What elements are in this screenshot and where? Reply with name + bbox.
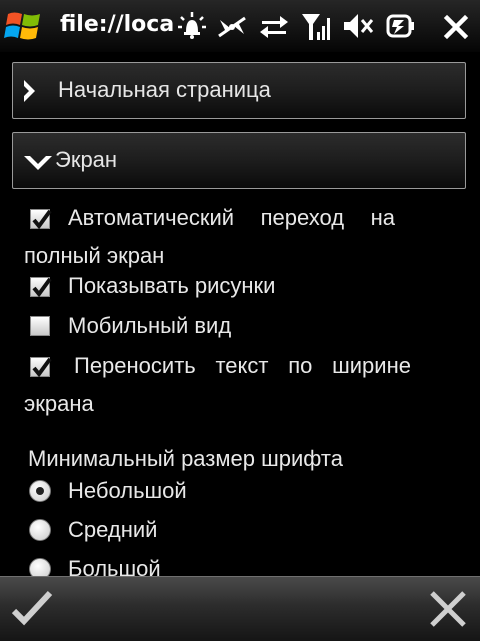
auto-fullscreen-label-line1: Автоматический переход на bbox=[68, 205, 395, 231]
close-icon[interactable] bbox=[440, 10, 472, 42]
close-icon bbox=[430, 591, 466, 627]
word: ширине bbox=[332, 353, 411, 378]
word: текст bbox=[215, 353, 269, 378]
word: Переносить bbox=[74, 353, 196, 378]
checkmark-icon bbox=[32, 209, 52, 230]
font-size-small-label: Небольшой bbox=[68, 478, 187, 503]
wrap-text-label-line1: Переносить текст по ширине bbox=[74, 353, 411, 379]
word: Автоматический bbox=[68, 205, 235, 230]
mobile-view-checkbox[interactable] bbox=[30, 316, 50, 336]
font-size-small-radio[interactable] bbox=[29, 480, 51, 502]
checkmark-icon bbox=[32, 357, 52, 378]
word: по bbox=[288, 353, 313, 378]
cancel-button[interactable] bbox=[426, 587, 470, 631]
word: на bbox=[370, 205, 395, 230]
auto-fullscreen-label-line2: полный экран bbox=[24, 243, 165, 268]
section-home-page[interactable]: Начальная страница bbox=[12, 62, 466, 119]
softkey-bar bbox=[0, 576, 480, 641]
font-size-medium-label: Средний bbox=[68, 517, 158, 542]
ok-button[interactable] bbox=[10, 587, 54, 631]
section-screen[interactable]: Экран bbox=[12, 132, 466, 189]
auto-fullscreen-checkbox[interactable] bbox=[30, 209, 52, 230]
chevron-down-icon bbox=[23, 153, 53, 175]
wrap-text-label-line2: экрана bbox=[24, 391, 94, 416]
data-transfer-icon[interactable] bbox=[258, 10, 290, 42]
window-title: file://loca bbox=[60, 12, 175, 37]
font-size-medium-radio[interactable] bbox=[29, 519, 51, 541]
volume-muted-icon[interactable] bbox=[342, 10, 374, 42]
radio-selected-dot bbox=[36, 487, 44, 495]
wireless-icon[interactable] bbox=[216, 10, 248, 42]
wrap-text-checkbox[interactable] bbox=[30, 357, 52, 378]
notification-icon[interactable] bbox=[176, 10, 208, 42]
windows-start-icon[interactable] bbox=[4, 8, 44, 44]
signal-strength-icon[interactable] bbox=[300, 10, 332, 42]
battery-icon[interactable] bbox=[384, 10, 416, 42]
section-label: Экран bbox=[55, 147, 118, 172]
checkmark-icon bbox=[11, 590, 53, 626]
word: переход bbox=[260, 205, 345, 230]
font-size-heading: Минимальный размер шрифта bbox=[28, 446, 343, 471]
show-images-label: Показывать рисунки bbox=[68, 273, 276, 298]
section-label: Начальная страница bbox=[58, 77, 271, 102]
mobile-view-label: Мобильный вид bbox=[68, 313, 232, 338]
show-images-checkbox[interactable] bbox=[30, 277, 52, 298]
status-bar: file://loca bbox=[0, 0, 480, 52]
checkmark-icon bbox=[32, 277, 52, 298]
chevron-right-icon bbox=[21, 79, 37, 107]
